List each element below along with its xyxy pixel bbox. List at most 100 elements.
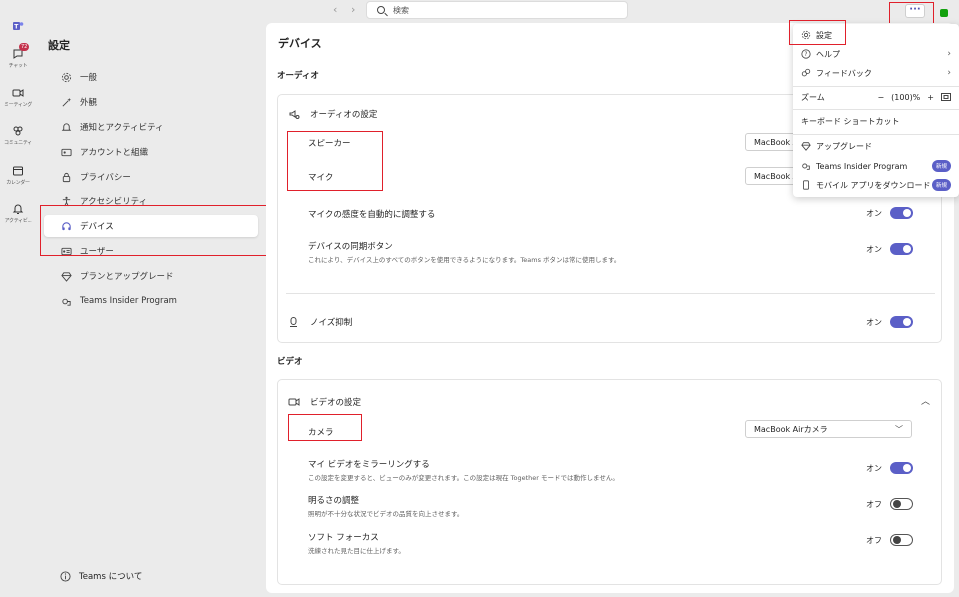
menu-item-settings[interactable]: 設定 [793,26,959,44]
brightness-toggle[interactable] [890,498,913,510]
sidebar-item-label: アカウントと組織 [80,148,149,158]
rail-label: ミーティング [4,102,32,108]
auto-sensitivity-toggle[interactable] [890,207,913,219]
feedback-icon [801,68,811,78]
about-teams-link[interactable]: Teams について [60,570,142,582]
bell-icon [12,204,24,214]
sidebar-item-label: Teams Insider Program [80,296,177,306]
sidebar-item-users[interactable]: ユーザー [44,240,258,262]
device-sync-setting: デバイスの同期ボタン これにより、デバイス上のすべてのボタンを使用できるようにな… [308,240,620,264]
rail-label: アクティビ... [4,218,32,224]
mirror-video-label: マイ ビデオをミラーリングする [308,460,430,470]
headset-icon [60,220,72,232]
back-button[interactable]: ‹ [333,3,337,16]
flask-icon [60,295,72,307]
brightness-toggle-wrap: オフ [866,498,913,510]
new-badge: 新規 [931,160,951,172]
auto-sensitivity-setting: オン [866,207,913,219]
sidebar-item-accounts[interactable]: アカウントと組織 [44,141,258,163]
sidebar-item-general[interactable]: 一般 [44,66,258,88]
chevron-down-icon: ﹀ [895,425,903,434]
sidebar-item-label: 一般 [80,73,98,83]
sidebar-item-label: アクセシビリティ [80,197,148,207]
sidebar-item-accessibility[interactable]: アクセシビリティ [44,190,258,212]
mic-label: マイク [308,173,334,183]
menu-item-keyboard-shortcuts[interactable]: キーボード ショートカット [793,112,959,130]
toggle-state: オン [866,244,882,254]
menu-item-insider[interactable]: Teams Insider Program 新規 [793,157,959,175]
teams-logo[interactable]: T [0,20,36,32]
presence-icon[interactable] [940,9,948,17]
sidebar-item-appearance[interactable]: 外観 [44,91,258,113]
menu-label: ヘルプ [816,49,840,59]
audio-settings-header[interactable]: オーディオの設定 [288,108,377,120]
sidebar-item-plans[interactable]: プランとアップグレード [44,265,258,287]
help-icon: ? [801,49,811,59]
more-options-menu: 設定 ? ヘルプ › フィードバック › ズーム − (100)% + キーボー… [793,24,959,197]
menu-item-help[interactable]: ? ヘルプ › [793,45,959,63]
speaker-label: スピーカー [308,139,351,149]
diamond-icon [60,270,72,282]
search-input[interactable]: 検索 [366,1,628,19]
rail-label: カレンダー [6,180,30,186]
device-sync-toggle-wrap: オン [866,243,913,255]
device-sync-toggle[interactable] [890,243,913,255]
menu-item-upgrade[interactable]: アップグレード [793,137,959,155]
sidebar-item-privacy[interactable]: プライバシー [44,166,258,188]
soft-focus-toggle[interactable] [890,534,913,546]
new-badge: 新規 [931,179,951,191]
video-settings-header[interactable]: ビデオの設定 [288,396,361,408]
toggle-state: オン [866,208,882,218]
calendar-icon [13,166,23,176]
zoom-out-button[interactable]: − [877,93,884,102]
sidebar-item-label: 通知とアクティビティ [80,123,164,133]
menu-label: Teams Insider Program [816,161,908,171]
forward-button[interactable]: › [351,3,355,16]
camera-dropdown[interactable]: MacBook Airカメラ ﹀ [745,420,912,438]
sidebar-title: 設定 [48,39,70,52]
page-title: デバイス [278,37,322,50]
search-icon [377,6,385,14]
video-camera-icon [12,89,24,97]
rail-item-activity[interactable]: アクティビ... [0,203,36,224]
settings-sidebar: 設定 一般 外観 通知とアクティビティ アカウントと組織 プライバシー アクセシ… [36,22,266,597]
rail-label: コミュニティ [4,140,32,146]
noise-suppression-toggle[interactable] [890,316,913,328]
noise-suppression-row: ノイズ抑制 [288,316,352,328]
about-label: Teams について [79,572,143,582]
sidebar-item-insider[interactable]: Teams Insider Program [44,290,258,312]
video-settings-title: ビデオの設定 [310,398,362,408]
soft-focus-label: ソフト フォーカス [308,533,379,543]
menu-item-feedback[interactable]: フィードバック › [793,64,959,82]
chevron-right-icon: › [947,68,951,78]
menu-divider [793,134,959,135]
menu-label: フィードバック [816,68,872,78]
soft-focus-toggle-wrap: オフ [866,534,913,546]
toggle-state: オン [866,463,882,473]
zoom-reset-icon[interactable] [941,93,951,101]
menu-label: モバイル アプリをダウンロード [816,180,931,190]
mirror-video-toggle[interactable] [890,462,913,474]
sidebar-item-notifications[interactable]: 通知とアクティビティ [44,116,258,138]
brightness-description: 照明が不十分な状況でビデオの品質を向上させます。 [308,510,464,518]
rail-item-chat[interactable]: 72 チャット [0,43,36,69]
divider [286,293,935,294]
mobile-phone-icon [801,180,811,190]
video-section-label: ビデオ [277,357,303,367]
sidebar-item-devices[interactable]: デバイス [44,215,258,237]
mirror-video-toggle-wrap: オン [866,462,913,474]
device-sync-description: これにより、デバイス上のすべてのボタンを使用できるようになります。Teams ボ… [308,256,621,264]
rail-item-meeting[interactable]: ミーティング [0,87,36,108]
svg-text:?: ? [804,52,807,58]
collapse-chevron-icon[interactable]: ︿ [921,394,930,407]
video-settings-icon [288,398,300,406]
gear-icon [60,71,72,83]
more-options-button[interactable]: ··· [905,4,925,18]
menu-item-mobile-app[interactable]: モバイル アプリをダウンロード 新規 [793,176,959,194]
toggle-state: オフ [866,499,882,509]
zoom-in-button[interactable]: + [927,93,934,102]
community-icon [13,126,23,136]
flask-icon [801,161,811,171]
rail-item-community[interactable]: コミュニティ [0,125,36,146]
rail-item-calendar[interactable]: カレンダー [0,165,36,186]
